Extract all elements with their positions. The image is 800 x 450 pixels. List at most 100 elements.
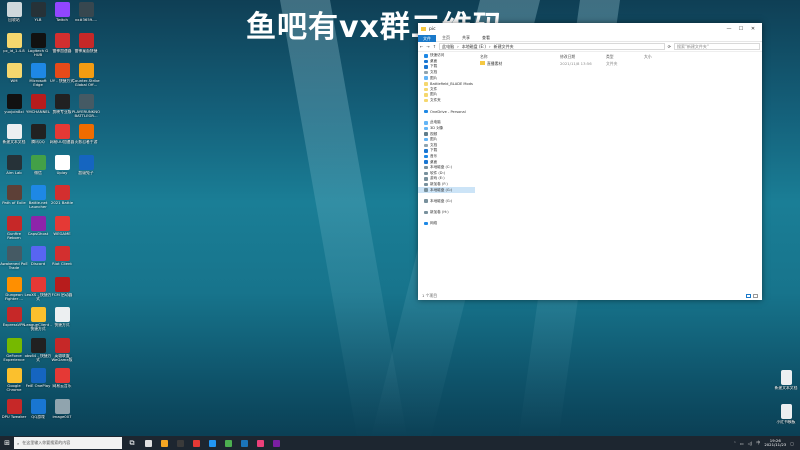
taskbar-search-placeholder: 在这里输入你要搜索的内容 (22, 440, 71, 445)
app-icon (272, 439, 280, 447)
app-icon (78, 154, 94, 170)
volume-icon[interactable]: ◁) (748, 441, 753, 446)
nav-item-icon (424, 121, 428, 125)
nav-item-icon (424, 70, 428, 75)
folder-icon (421, 27, 426, 31)
desktop-icon[interactable]: 快捷方式 (48, 307, 76, 341)
nav-item-label: 本地磁盘 (G:) (430, 187, 453, 192)
search-input[interactable]: 搜索"新建文件夹" (674, 43, 760, 50)
column-header-type[interactable]: 类型 (606, 54, 644, 60)
nav-item[interactable]: 网络 (418, 221, 475, 227)
large-icons-view-icon[interactable] (753, 294, 758, 298)
address-bar[interactable]: 此电脑 › 本地磁盘 (E:) › 新建文件夹 (439, 43, 665, 50)
desktop-icon[interactable]: 雷神桌面快捷 (72, 32, 100, 67)
column-header-date[interactable]: 修改日期 (560, 54, 606, 60)
desktop-icon[interactable]: FCM 启动器 (48, 276, 76, 311)
app-icon (30, 93, 46, 109)
taskbar-app-button[interactable] (206, 437, 218, 449)
nav-item-label: 网络 (430, 221, 438, 226)
app-icon (30, 154, 46, 170)
refresh-icon[interactable]: ⟳ (668, 44, 671, 49)
nav-item-icon (424, 65, 428, 69)
tab-share[interactable]: 共享 (456, 35, 476, 41)
app-icon (6, 337, 22, 353)
file-type: 文件夹 (606, 60, 618, 66)
taskbar-app-button[interactable] (174, 437, 186, 449)
taskbar-search-input[interactable]: ⌕ 在这里输入你要搜索的内容 (14, 437, 122, 449)
document-icon (780, 370, 792, 385)
breadcrumb-item[interactable]: 新建文件夹 (494, 44, 514, 50)
taskbar-app-button[interactable] (254, 437, 266, 449)
desktop-icon[interactable]: Riot Client (48, 246, 76, 280)
nav-item-icon (424, 104, 428, 108)
notification-icon[interactable]: ▢ (790, 441, 794, 446)
taskbar-app-button[interactable] (158, 437, 170, 449)
desktop-icon[interactable]: WEGAME (48, 215, 76, 250)
network-icon[interactable]: ▭ (740, 441, 744, 446)
desktop-icon[interactable]: image007 (48, 398, 76, 433)
nav-item-icon (424, 194, 428, 198)
nav-item-icon (424, 154, 428, 159)
desktop-icon[interactable]: 2021 Battle (48, 185, 76, 219)
input-language[interactable]: 中 (756, 440, 760, 446)
nav-item-icon (424, 210, 428, 215)
taskbar-app-button[interactable] (142, 437, 154, 449)
app-icon (78, 93, 94, 109)
nav-item-label: Battlefield_BLADE Mods (430, 81, 473, 86)
clock[interactable]: 19:26 2021/11/23 (764, 438, 786, 448)
nav-item-label: 桌面 (430, 159, 438, 164)
app-icon (6, 368, 22, 383)
desktop-icon[interactable]: 小红书模板 (772, 404, 800, 438)
minimize-button[interactable]: — (723, 26, 735, 32)
file-explorer-window[interactable]: pic — ☐ ✕ 文件 主页 共享 查看 ← → ↑ 此电脑 › 本地磁盘 (E… (418, 23, 762, 300)
desktop-icon[interactable]: 网易云音乐 (48, 368, 76, 402)
app-icon (54, 124, 70, 139)
desktop-icon[interactable]: 超级兔子 (72, 154, 100, 189)
desktop-icon[interactable]: 新建文本文档 (772, 370, 800, 404)
app-icon (30, 307, 46, 322)
details-view-icon[interactable] (746, 294, 751, 298)
app-icon (54, 63, 70, 78)
desktop-icon-label: 2021 Battle (50, 201, 74, 205)
taskbar-app-button[interactable] (270, 437, 282, 449)
up-arrow-icon[interactable]: ↑ (433, 44, 436, 49)
chevron-up-icon[interactable]: ˄ (734, 441, 736, 446)
desktop-icon[interactable]: 英雄联盟WeGame版 (48, 337, 76, 372)
breadcrumb-item[interactable]: 本地磁盘 (E:) (462, 44, 486, 50)
start-button[interactable]: ⊞ (0, 436, 14, 450)
desktop-icon[interactable]: PLAYERUNKNOWN BATTLEGR... (72, 93, 100, 128)
column-headers: 名称 修改日期 类型 大小 (478, 53, 762, 60)
desktop-icon[interactable]: Counter-Strike Global Off... (72, 63, 100, 97)
taskbar-app-button[interactable] (222, 437, 234, 449)
app-icon (240, 439, 248, 447)
maximize-button[interactable]: ☐ (735, 26, 747, 32)
app-icon (6, 32, 22, 48)
title-bar[interactable]: pic — ☐ ✕ (418, 23, 762, 35)
app-icon (208, 439, 216, 447)
nav-item-icon (424, 87, 428, 92)
app-icon (6, 154, 22, 170)
taskbar-app-button[interactable] (190, 437, 202, 449)
breadcrumb-item[interactable]: 此电脑 (442, 44, 454, 50)
taskbar-app-button[interactable] (238, 437, 250, 449)
close-button[interactable]: ✕ (747, 26, 759, 32)
desktop-icon-label: Counter-Strike Global Off... (72, 79, 100, 88)
column-header-name[interactable]: 名称 (480, 54, 560, 60)
forward-arrow-icon[interactable]: → (426, 44, 429, 49)
desktop-icon-label: 超级兔子 (78, 170, 94, 175)
task-view-button[interactable]: ⧉ (126, 437, 138, 449)
file-row[interactable]: 直播素材 2021/11/8 13:56 文件夹 (478, 60, 762, 67)
tab-view[interactable]: 查看 (476, 35, 496, 41)
desktop-icon-label: PLAYERUNKNOWN BATTLEGR... (72, 109, 100, 118)
desktop-icon[interactable]: vx#3659-... (72, 2, 100, 36)
windows-logo-icon: ⊞ (4, 439, 10, 447)
nav-item-icon (424, 82, 428, 86)
nav-item-label: 文档 (430, 70, 438, 75)
desktop-icon[interactable]: 火影忍者手游 (72, 124, 100, 158)
tab-home[interactable]: 主页 (436, 35, 456, 41)
app-icon (54, 93, 70, 109)
back-arrow-icon[interactable]: ← (420, 44, 423, 49)
column-header-size[interactable]: 大小 (644, 54, 674, 60)
tab-file[interactable]: 文件 (418, 34, 436, 42)
taskbar: ⊞ ⌕ 在这里输入你要搜索的内容 ⧉ ˄ ▭ ◁) 中 19:26 2021/1… (0, 436, 800, 450)
